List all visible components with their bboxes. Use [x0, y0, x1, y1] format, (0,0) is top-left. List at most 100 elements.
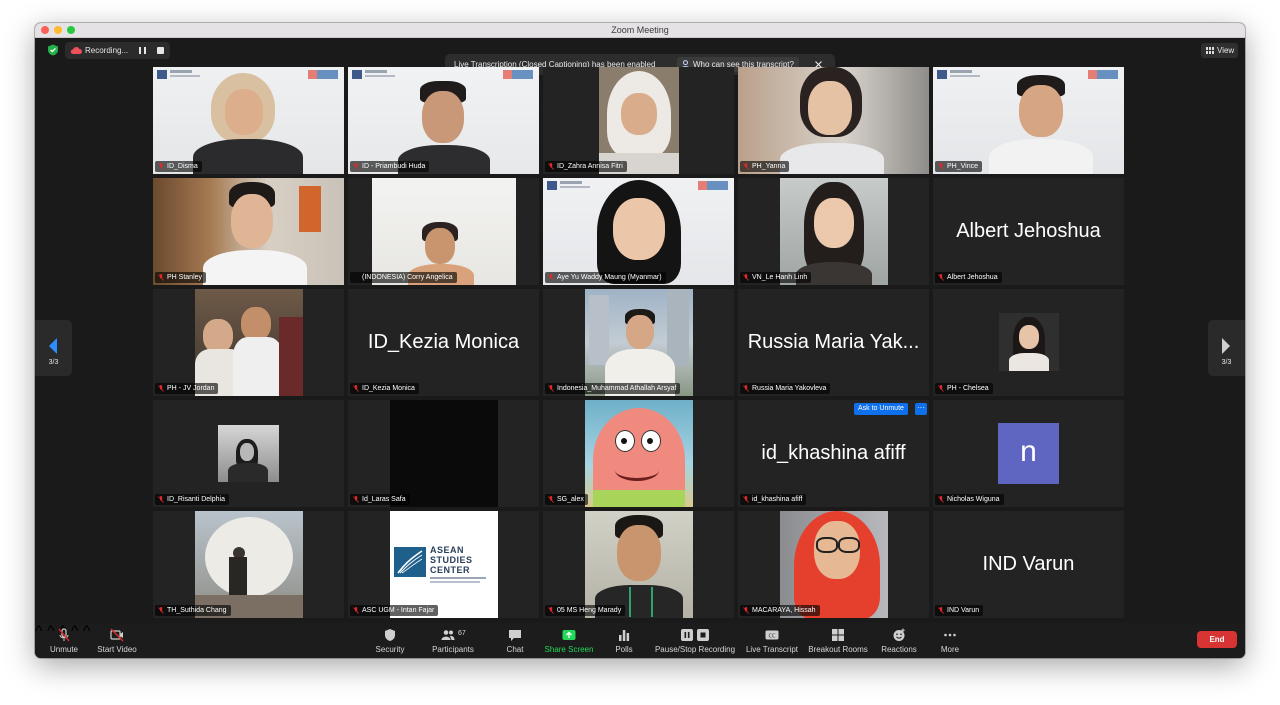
participant-tile[interactable]: ASEAN STUDIES CENTER ASC UGM - Intan Faj… [348, 511, 539, 618]
pause-stop-recording-button[interactable]: Pause/Stop Recording [653, 623, 737, 658]
video-feed [933, 67, 1124, 174]
video-feed [585, 511, 693, 618]
reactions-button[interactable]: Reactions [877, 623, 921, 658]
meeting-area: Recording... Live Transcription (Closed … [35, 38, 1245, 658]
live-transcript-button[interactable]: CC Live Transcript [743, 623, 801, 658]
participant-tile[interactable]: PH - JV Jordan [153, 289, 344, 396]
security-shield-icon[interactable] [47, 44, 59, 56]
participant-name-label: Russia Maria Yakovleva [740, 383, 831, 394]
participant-tile[interactable]: SG_alex [543, 400, 734, 507]
participant-name-label: (INDONESIA) Corry Angelica [350, 272, 457, 283]
participant-name: id_khashina afiff [752, 496, 803, 503]
wall-poster [299, 186, 321, 232]
video-feed [780, 178, 888, 285]
cartoon-shorts [593, 490, 685, 507]
participant-tile[interactable]: Indonesia_Muhammad Athallah Arsyaf [543, 289, 734, 396]
participant-tile[interactable]: TH_Suthida Chang [153, 511, 344, 618]
next-page-button[interactable]: 3/3 [1208, 320, 1245, 376]
muted-mic-icon [353, 607, 359, 614]
ask-to-unmute-button[interactable]: Ask to Unmute [854, 403, 908, 415]
audio-options-caret-icon[interactable]: ^ [35, 623, 43, 640]
participant-tile[interactable]: IND Varun IND Varun [933, 511, 1124, 618]
video-feed: ASEAN STUDIES CENTER [390, 511, 498, 618]
smiley-icon [893, 628, 905, 641]
participant-tile[interactable]: MACARAYA, Hissah [738, 511, 929, 618]
participant-tile[interactable]: ID_Disma [153, 67, 344, 174]
view-button[interactable]: View [1201, 43, 1238, 58]
participant-tile[interactable]: (INDONESIA) Corry Angelica [348, 178, 539, 285]
participant-tile[interactable]: PH_Yanna [738, 67, 929, 174]
participant-tile[interactable]: ID_Zahra Annisa Fitri [543, 67, 734, 174]
participant-tile[interactable]: id_khashina afiff Ask to Unmute ··· id_k… [738, 400, 929, 507]
previous-page-button[interactable]: 3/3 [35, 320, 72, 376]
shield-icon [385, 629, 395, 641]
participant-name: Aye Yu Waddy Maung (Myanmar) [557, 274, 662, 281]
participant-name: ID - Priambudi Huda [362, 163, 426, 170]
participant-tile[interactable]: n Nicholas Wiguna [933, 400, 1124, 507]
participant-tile[interactable]: Id_Laras Safa [348, 400, 539, 507]
pause-stop-icon [681, 629, 709, 641]
participant-name-label: MACARAYA, Hissah [740, 605, 820, 616]
participant-tile[interactable]: Aye Yu Waddy Maung (Myanmar) [543, 178, 734, 285]
chat-bubble-icon [509, 630, 521, 641]
participant-name: (INDONESIA) Corry Angelica [362, 274, 453, 281]
security-button[interactable]: Security [370, 623, 410, 658]
window-title: Zoom Meeting [611, 25, 669, 35]
participant-name: Russia Maria Yakovleva [752, 385, 827, 392]
zoom-window: Zoom Meeting Recording... Live Transcrip… [35, 23, 1245, 658]
polls-button[interactable]: Polls [607, 623, 641, 658]
more-button[interactable]: More [933, 623, 967, 658]
participant-tile[interactable]: Russia Maria Yak... Russia Maria Yakovle… [738, 289, 929, 396]
participant-tile[interactable]: ID_Risanti Delphia [153, 400, 344, 507]
stop-recording-icon[interactable] [157, 47, 164, 54]
participant-tile[interactable]: PH - Chelsea [933, 289, 1124, 396]
participant-tile[interactable]: ID_Kezia Monica ID_Kezia Monica [348, 289, 539, 396]
participant-name: ASC UGM - Intan Fajar [362, 607, 435, 614]
logo-subtitle-line [430, 581, 480, 583]
video-feed [585, 400, 693, 507]
live-transcript-label: Live Transcript [745, 645, 799, 654]
recording-label: Recording... [85, 46, 129, 55]
participant-tile[interactable]: ID - Priambudi Huda [348, 67, 539, 174]
participant-name: ID_Risanti Delphia [167, 496, 225, 503]
person-face [225, 89, 263, 135]
participant-tile[interactable]: PH Stanley [153, 178, 344, 285]
muted-mic-icon [743, 274, 749, 281]
person-face [240, 443, 254, 461]
chat-button[interactable]: Chat [498, 623, 532, 658]
participant-name: IND Varun [947, 607, 980, 614]
person-body [228, 463, 268, 482]
breakout-rooms-label: Breakout Rooms [808, 645, 868, 654]
share-screen-button[interactable]: Share Screen [543, 623, 595, 658]
pause-stop-label: Pause/Stop Recording [654, 645, 736, 654]
participant-name: 05 MS Heng Marady [557, 607, 622, 614]
participant-tile[interactable]: VN_Le Hanh Linh [738, 178, 929, 285]
participants-button[interactable]: 67 Participants [428, 623, 478, 658]
participant-tile[interactable]: 05 MS Heng Marady [543, 511, 734, 618]
person-face [626, 315, 654, 349]
person-face [617, 525, 661, 581]
muted-mic-icon [743, 163, 749, 170]
grid-view-icon [1206, 47, 1214, 54]
participant-display-name: IND Varun [982, 553, 1075, 575]
sculpture [205, 517, 293, 597]
video-feed [195, 511, 303, 618]
unmute-button[interactable]: Unmute [43, 623, 85, 658]
end-meeting-button[interactable]: End [1197, 631, 1237, 648]
start-video-button[interactable]: Start Video [93, 623, 141, 658]
lanyard [629, 587, 653, 617]
breakout-rooms-button[interactable]: Breakout Rooms [807, 623, 869, 658]
participant-name: PH - Chelsea [947, 385, 989, 392]
participant-tile[interactable]: PH_Vince [933, 67, 1124, 174]
muted-mic-icon [158, 163, 164, 170]
muted-mic-icon [548, 163, 554, 170]
muted-mic-icon [158, 274, 164, 281]
building [667, 289, 689, 365]
pause-recording-icon[interactable] [139, 47, 146, 54]
participant-tile[interactable]: Albert Jehoshua Albert Jehoshua [933, 178, 1124, 285]
participant-name: ID_Disma [167, 163, 198, 170]
muted-mic-icon [548, 385, 554, 392]
participant-name: MACARAYA, Hissah [752, 607, 816, 614]
more-options-button[interactable]: ··· [915, 403, 927, 415]
participant-name-label: PH_Vince [935, 161, 983, 172]
